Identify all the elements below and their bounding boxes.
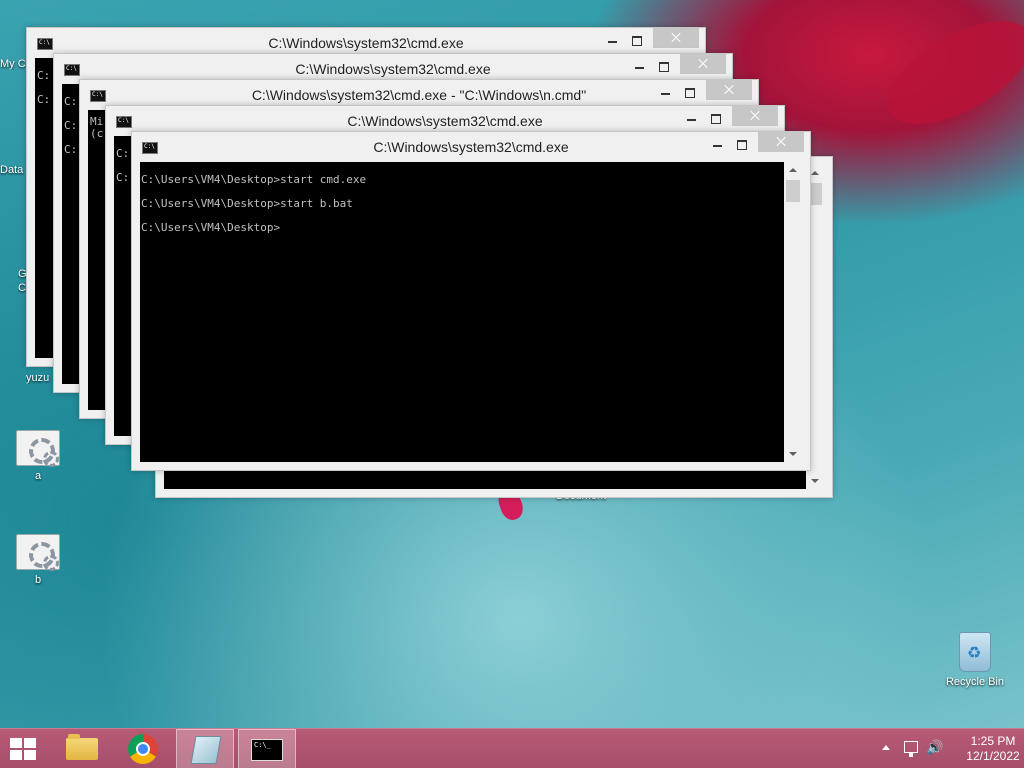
chrome-icon (128, 734, 158, 764)
scrollbar[interactable] (784, 162, 802, 462)
console-line: C: (116, 171, 130, 184)
console-line: Mi (90, 115, 104, 128)
clock[interactable]: 1:25 PM 12/1/2022 (962, 734, 1024, 764)
desktop-icon-label: a (34, 470, 42, 482)
close-button[interactable] (758, 132, 804, 152)
console-line: (c (90, 127, 104, 140)
console-line: C:\Users\VM4\Desktop>start cmd.exe (141, 173, 367, 186)
taskbar: 🔊 1:25 PM 12/1/2022 (0, 728, 1024, 768)
maximize-button[interactable] (652, 58, 676, 76)
title-bar[interactable]: C:\Windows\system32\cmd.exe (132, 132, 810, 162)
minimize-button[interactable] (601, 32, 625, 50)
close-button[interactable] (653, 28, 699, 48)
taskbar-chrome[interactable] (114, 729, 172, 768)
console-line: C:\Users\VM4\Desktop>start b.bat (141, 197, 353, 210)
show-hidden-icons-icon[interactable] (882, 745, 890, 750)
taskbar-file-explorer[interactable] (52, 729, 110, 768)
scroll-up-arrow-icon[interactable] (784, 162, 802, 178)
console-line: C: (64, 143, 78, 156)
minimize-button[interactable] (654, 84, 678, 102)
clock-date: 12/1/2022 (966, 749, 1020, 763)
maximize-button[interactable] (678, 84, 702, 102)
close-button[interactable] (680, 54, 726, 74)
settings-file-icon (16, 430, 60, 467)
console-line: C: (37, 69, 51, 82)
windows-logo-icon (10, 738, 38, 760)
desktop-icon-a[interactable]: a (3, 430, 73, 482)
start-button[interactable] (0, 729, 58, 768)
taskbar-cmd[interactable] (238, 729, 296, 768)
desktop-icon-recycle-bin[interactable]: Recycle Bin (940, 632, 1010, 688)
clock-time: 1:25 PM (970, 734, 1016, 748)
taskbar-notepad[interactable] (176, 729, 234, 768)
network-icon[interactable] (904, 741, 918, 757)
console-line: C: (64, 95, 78, 108)
desktop-icon-b[interactable]: b (3, 534, 73, 586)
scroll-down-arrow-icon[interactable] (784, 446, 802, 462)
maximize-button[interactable] (704, 110, 728, 128)
notepad-icon (190, 736, 222, 764)
minimize-button[interactable] (680, 110, 704, 128)
wallpaper-petal (871, 0, 1024, 145)
system-tray: 🔊 1:25 PM 12/1/2022 (864, 729, 1024, 768)
maximize-button[interactable] (625, 32, 649, 50)
console-line: C: (37, 93, 51, 106)
scrollbar-thumb[interactable] (786, 180, 800, 202)
close-button[interactable] (732, 106, 778, 126)
scroll-down-arrow-icon[interactable] (806, 473, 824, 489)
desktop-icon-label: b (34, 574, 42, 586)
volume-icon[interactable]: 🔊 (926, 739, 943, 756)
recycle-bin-icon (959, 632, 991, 672)
close-button[interactable] (706, 80, 752, 100)
console-area[interactable]: C:\Users\VM4\Desktop>start cmd.exe C:\Us… (140, 162, 802, 462)
cmd-icon (251, 739, 283, 761)
folder-icon (66, 734, 98, 760)
desktop-icon-label: Recycle Bin (945, 676, 1005, 688)
console-line: C: (116, 147, 130, 160)
console-prompt[interactable]: C:\Users\VM4\Desktop> (141, 220, 366, 244)
settings-file-icon (16, 534, 60, 571)
desktop-icon-label-yuzu[interactable]: yuzu (26, 372, 56, 384)
minimize-button[interactable] (706, 136, 730, 154)
cmd-window-front[interactable]: C:\Windows\system32\cmd.exe C:\Users\VM4… (131, 131, 811, 471)
minimize-button[interactable] (628, 58, 652, 76)
maximize-button[interactable] (730, 136, 754, 154)
console-line: C: (64, 119, 78, 132)
